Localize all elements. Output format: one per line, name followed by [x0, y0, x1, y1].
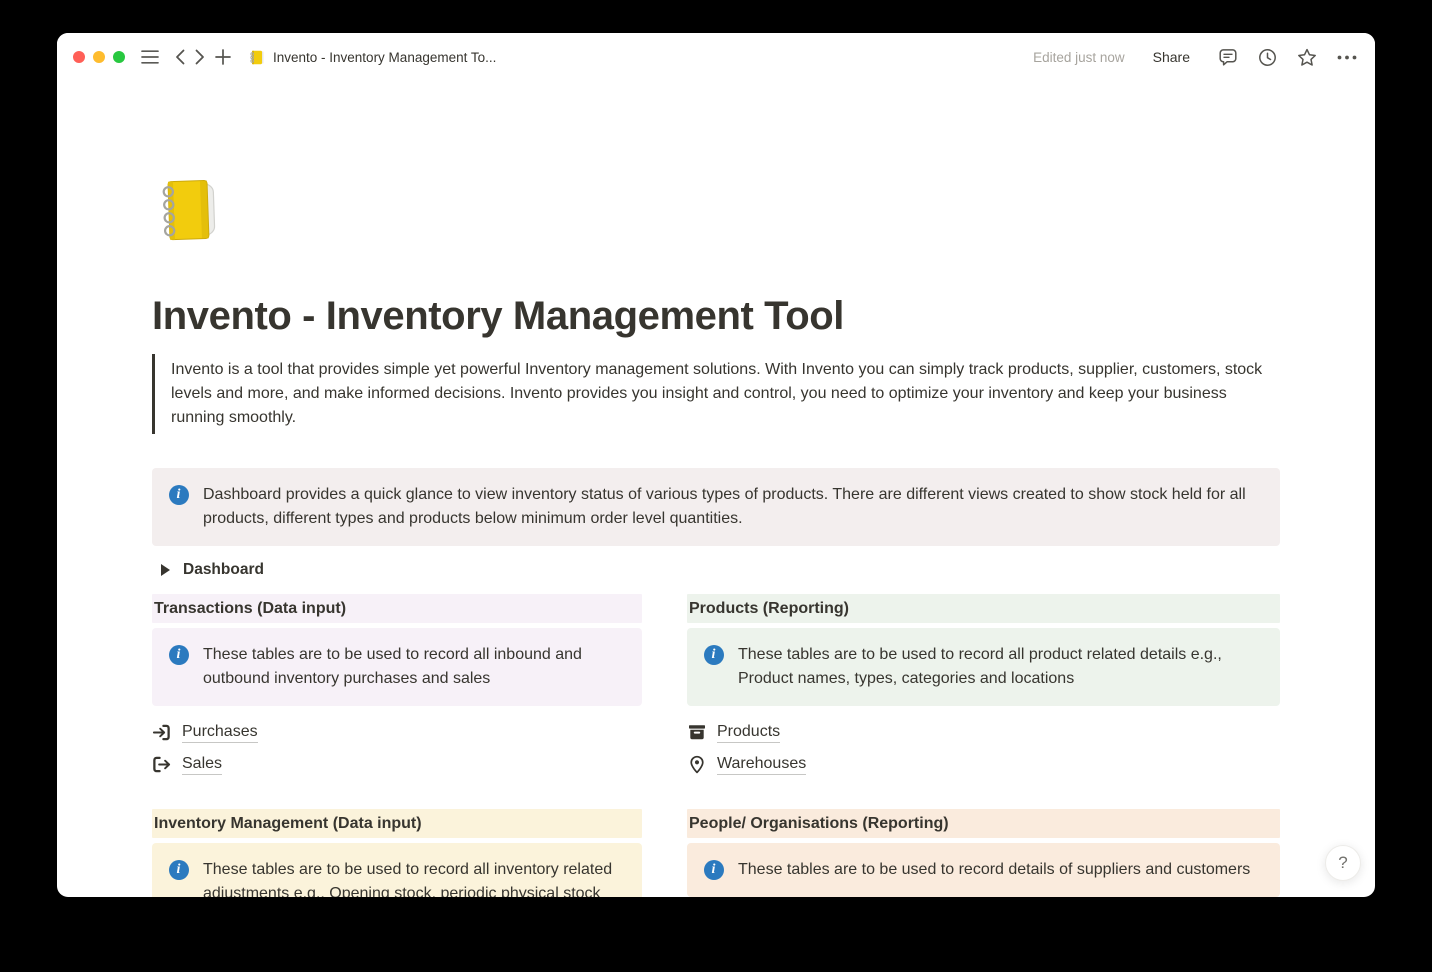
close-window-button[interactable]	[73, 51, 85, 63]
location-pin-icon	[687, 755, 706, 774]
info-icon: i	[169, 485, 189, 505]
page-emoji-small	[249, 49, 266, 66]
page-link-label: Warehouses	[717, 753, 806, 775]
page-link-label: Purchases	[182, 721, 258, 743]
toggle-triangle-icon	[161, 564, 170, 576]
chevron-left-icon	[175, 49, 185, 65]
notebook-icon	[249, 49, 266, 66]
dashboard-toggle[interactable]: Dashboard	[152, 557, 264, 583]
section-transactions: Transactions (Data input) i These tables…	[152, 594, 642, 781]
dashboard-callout: i Dashboard provides a quick glance to v…	[152, 468, 1280, 546]
zoom-window-button[interactable]	[113, 51, 125, 63]
minimize-window-button[interactable]	[93, 51, 105, 63]
page-link-label: Products	[717, 721, 780, 743]
section-people-organisations: People/ Organisations (Reporting) i Thes…	[687, 809, 1280, 897]
help-button[interactable]: ?	[1325, 845, 1361, 881]
callout-text: Dashboard provides a quick glance to vie…	[203, 483, 1262, 531]
section-header: People/ Organisations (Reporting)	[687, 809, 1280, 838]
archive-box-icon	[687, 723, 706, 742]
callout-text: These tables are to be used to record al…	[203, 858, 624, 897]
section-callout: i These tables are to be used to record …	[687, 628, 1280, 706]
intro-quote: Invento is a tool that provides simple y…	[152, 354, 1265, 434]
favorite-button[interactable]	[1297, 48, 1317, 67]
info-icon: i	[169, 645, 189, 665]
back-button[interactable]	[175, 49, 185, 65]
page-content: Invento - Inventory Management Tool Inve…	[57, 81, 1375, 897]
ellipsis-icon	[1337, 55, 1357, 60]
traffic-lights	[73, 51, 125, 63]
page-link-products[interactable]: Products	[687, 717, 780, 747]
section-links: Products Warehouses	[687, 717, 1280, 779]
section-links: Purchases Sales	[152, 717, 642, 779]
info-icon: i	[704, 860, 724, 880]
section-header: Inventory Management (Data input)	[152, 809, 642, 838]
section-callout: i These tables are to be used to record …	[152, 628, 642, 706]
chevron-right-icon	[195, 49, 205, 65]
callout-text: These tables are to be used to record de…	[738, 858, 1250, 882]
section-header: Products (Reporting)	[687, 594, 1280, 623]
page-link-purchases[interactable]: Purchases	[152, 717, 258, 747]
page-link-label: Sales	[182, 753, 222, 775]
page-emoji-large[interactable]	[152, 172, 230, 250]
section-products: Products (Reporting) i These tables are …	[687, 594, 1280, 781]
hamburger-icon	[141, 50, 159, 64]
plus-icon	[215, 49, 231, 65]
section-callout: i These tables are to be used to record …	[687, 843, 1280, 897]
sign-in-icon	[152, 723, 171, 742]
section-header: Transactions (Data input)	[152, 594, 642, 623]
section-inventory-management: Inventory Management (Data input) i Thes…	[152, 809, 642, 897]
more-options-button[interactable]	[1337, 55, 1357, 60]
window-title: Invento - Inventory Management To...	[273, 50, 496, 65]
desktop-background: Invento - Inventory Management To... Edi…	[0, 0, 1432, 972]
comment-bubble-icon	[1218, 48, 1238, 67]
new-tab-button[interactable]	[215, 49, 231, 65]
sign-out-icon	[152, 755, 171, 774]
titlebar: Invento - Inventory Management To... Edi…	[57, 33, 1375, 81]
callout-text: These tables are to be used to record al…	[203, 643, 624, 691]
callout-text: These tables are to be used to record al…	[738, 643, 1262, 691]
sidebar-menu-button[interactable]	[141, 50, 159, 64]
info-icon: i	[169, 860, 189, 880]
info-icon: i	[704, 645, 724, 665]
forward-button[interactable]	[195, 49, 205, 65]
sections-grid: Transactions (Data input) i These tables…	[152, 594, 1280, 897]
notion-window: Invento - Inventory Management To... Edi…	[57, 33, 1375, 897]
help-button-label: ?	[1338, 853, 1347, 873]
section-callout: i These tables are to be used to record …	[152, 843, 642, 897]
clock-icon	[1258, 48, 1277, 67]
page-link-sales[interactable]: Sales	[152, 749, 222, 779]
page-title: Invento - Inventory Management Tool	[152, 292, 1280, 340]
toggle-label: Dashboard	[183, 561, 264, 579]
page-link-warehouses[interactable]: Warehouses	[687, 749, 806, 779]
notebook-icon	[152, 172, 230, 250]
edited-status: Edited just now	[1033, 50, 1125, 65]
comments-button[interactable]	[1218, 48, 1238, 67]
history-button[interactable]	[1258, 48, 1277, 67]
share-button[interactable]: Share	[1147, 48, 1196, 66]
star-icon	[1297, 48, 1317, 67]
